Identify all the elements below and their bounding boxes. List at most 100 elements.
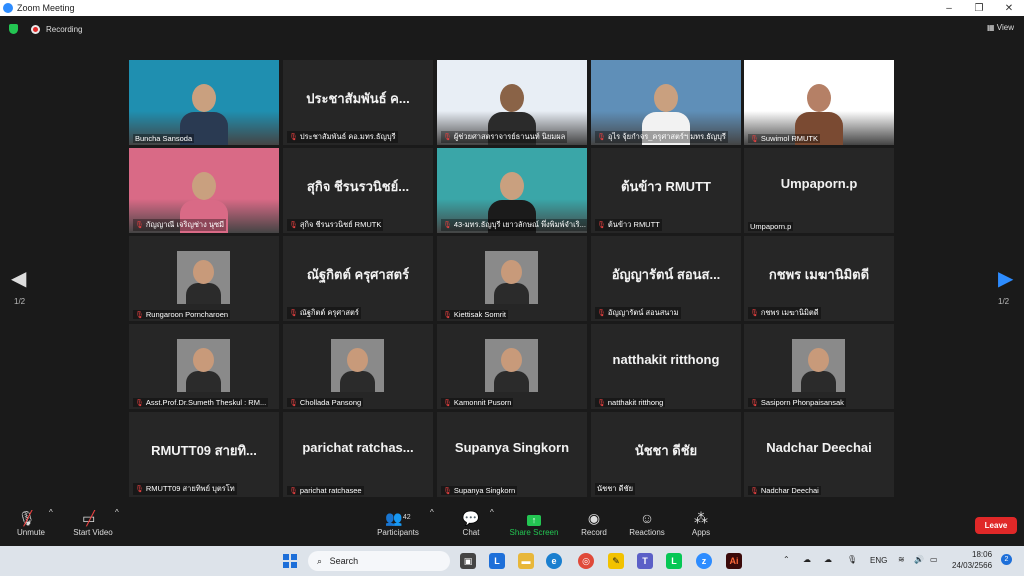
task-view-icon[interactable]: ▣ [460,553,476,569]
participant-tile[interactable]: parichat ratchas... 🎙 parichat ratchasee [283,412,433,497]
clock-date[interactable]: 24/03/2566 [952,561,992,570]
participant-name: ต้นข้าว RMUTT [607,220,660,229]
chat-caret-icon[interactable]: ^ [490,508,494,517]
illustrator-icon[interactable]: Ai [726,553,742,569]
record-icon: ◉ [587,510,601,526]
recording-icon [31,24,40,34]
tray-overflow-icon[interactable]: ⌃ [783,555,790,564]
participant-tile[interactable]: 🎙 Kamonnit Pusorn [437,324,587,409]
onedrive-icon[interactable]: ☁ [803,555,811,564]
taskbar-search[interactable]: ⌕ Search [308,551,450,571]
page-indicator-left: 1/2 [14,297,26,306]
video-options-caret-icon[interactable]: ^ [115,508,119,517]
muted-mic-icon: 🎙 [135,222,144,229]
battery-icon[interactable]: ▭ [930,555,938,564]
next-page-arrow-icon[interactable]: ▶ [998,266,1013,291]
participant-name: 43-มทร.ธัญบุรี เยาวลักษณ์ พึ่งพิมพ์จำเริ… [453,220,586,229]
participant-name-label: 🎙 Kamonnit Pusorn [441,398,514,407]
participant-tile[interactable]: Nadchar Deechai 🎙 Nadchar Deechai [744,412,894,497]
chat-button[interactable]: 💬 Chat [456,508,486,537]
prev-page-arrow-icon[interactable]: ◀ [11,266,26,291]
participant-tile[interactable]: 🎙 อุไร จุ้ยกำจร_ครุศาสตร์ฯ มทร.ธัญบุรี [591,60,741,145]
zoom-logo-icon [3,3,13,13]
participant-tile[interactable]: Buncha Sansoda [129,60,279,145]
file-explorer-icon[interactable]: ▬ [518,553,534,569]
microphone-tray-icon[interactable]: 🎙 [847,555,857,564]
profile-picture [177,251,230,304]
participant-tile[interactable]: 🎙 Suwimol RMUTK [744,60,894,145]
participant-tile[interactable]: Umpaporn.p Umpaporn.p [744,148,894,233]
windows-start-icon[interactable] [283,554,297,568]
participant-name: กัญญาณี เจริญช่าง นุซมี [145,220,225,229]
muted-mic-icon: 🎙 [597,310,606,317]
participant-tile[interactable]: 🎙 Sasiporn Phonpaisansak [744,324,894,409]
wifi-icon[interactable]: ≋ [898,555,905,564]
participant-name: RMUTT09 สายทิพย์ บุตรโท [145,484,235,493]
participant-tile[interactable]: 🎙 Kiettisak Somrit [437,236,587,321]
maximize-button[interactable]: ❐ [964,3,994,14]
participant-tile[interactable]: 🎙 ผู้ช่วยศาสตราจารย์ธานนท์ นิยมผล [437,60,587,145]
participant-tile[interactable]: 🎙 43-มทร.ธัญบุรี เยาวลักษณ์ พึ่งพิมพ์จำเร… [437,148,587,233]
leave-button[interactable]: Leave [975,517,1017,534]
app-l-icon[interactable]: L [489,553,505,569]
search-label: Search [329,556,359,566]
participant-tile[interactable]: natthakit ritthong 🎙 natthakit ritthong [591,324,741,409]
minimize-button[interactable]: – [934,3,964,14]
audio-options-caret-icon[interactable]: ^ [49,508,53,517]
apps-button[interactable]: ⁂ Apps [688,508,714,537]
chrome-browser-icon[interactable]: ◎ [578,553,594,569]
participant-name-label: 🎙 ประชาสัมพันธ์ คอ.มทร.ธัญบุรี [287,131,398,143]
start-video-label: Start Video [73,528,113,537]
participant-tile[interactable]: 🎙 กัญญาณี เจริญช่าง นุซมี [129,148,279,233]
zoom-app-icon[interactable]: z [696,553,712,569]
participant-tile[interactable]: 🎙 Rungaroon Porncharoen [129,236,279,321]
participant-tile[interactable]: อัญญารัตน์ สอนส... 🎙 อัญญารัตน์ สอนสนาม [591,236,741,321]
participant-name: นัชชา ดีชัย [597,484,633,493]
participant-tile[interactable]: ต้นข้าว RMUTT 🎙 ต้นข้าว RMUTT [591,148,741,233]
view-button[interactable]: ▦ View [987,23,1014,32]
cloud-icon[interactable]: ☁ [824,555,832,564]
participant-tile[interactable]: RMUTT09 สายทิ... 🎙 RMUTT09 สายทิพย์ บุตรโท [129,412,279,497]
participant-display-name: ต้นข้าว RMUTT [621,179,711,194]
language-indicator[interactable]: ENG [870,556,887,565]
record-button[interactable]: ◉ Record [578,508,610,537]
line-app-icon[interactable]: L [666,553,682,569]
participant-tile[interactable]: 🎙 Asst.Prof.Dr.Sumeth Theskul : RM... [129,324,279,409]
share-screen-button[interactable]: ↑ Share Screen [508,508,560,537]
share-screen-label: Share Screen [509,528,559,537]
participant-display-name: Supanya Singkorn [454,440,570,455]
muted-mic-icon: 🎙 [750,310,759,317]
notification-badge[interactable]: 2 [1001,554,1012,565]
participant-tile[interactable]: สุกิจ ชีรนรวนิชย์... 🎙 สุกิจ ชีรนรวนิชย์ R… [283,148,433,233]
participants-caret-icon[interactable]: ^ [430,508,434,517]
participant-name: กชพร เมฆานิมิตดี [760,308,819,317]
participant-name: Supanya Singkorn [453,486,516,495]
teams-icon[interactable]: T [637,553,653,569]
reactions-button[interactable]: ☺ Reactions [628,508,666,537]
encryption-shield-icon[interactable] [9,24,18,34]
participant-tile[interactable]: ประชาสัมพันธ์ ค... 🎙 ประชาสัมพันธ์ คอ.มทร.… [283,60,433,145]
participant-display-name: กชพร เมฆานิมิตดี [768,267,870,282]
sticky-notes-icon[interactable]: ✎ [608,553,624,569]
start-video-button[interactable]: ▭╱ Start Video [70,508,116,537]
unmute-button[interactable]: 🎙╱ Unmute [14,508,48,537]
muted-mic-icon: 🎙 [443,400,452,407]
participant-tile[interactable]: Supanya Singkorn 🎙 Supanya Singkorn [437,412,587,497]
muted-mic-icon: 🎙 [443,488,452,495]
clock-time[interactable]: 18:06 [972,550,992,559]
window-title: Zoom Meeting [17,3,75,13]
close-button[interactable]: ✕ [994,3,1024,14]
muted-mic-icon: 🎙 [750,400,759,407]
participant-tile[interactable]: นัชชา ดีชัย นัชชา ดีชัย [591,412,741,497]
participant-tile[interactable]: กชพร เมฆานิมิตดี 🎙 กชพร เมฆานิมิตดี [744,236,894,321]
participant-name-label: 🎙 Sasiporn Phonpaisansak [748,398,846,407]
participant-tile[interactable]: ณัฐกิตต์ ครุศาสตร์ 🎙 ณัฐกิตต์ ครุศาสตร์ [283,236,433,321]
participants-icon: 👥42 [385,510,411,526]
participant-tile[interactable]: 🎙 Chollada Pansong [283,324,433,409]
volume-icon[interactable]: 🔊 [914,555,924,564]
muted-mic-icon: 🎙 [597,134,606,141]
participant-name-label: 🎙 อุไร จุ้ยกำจร_ครุศาสตร์ฯ มทร.ธัญบุรี [595,131,728,143]
edge-browser-icon[interactable]: e [546,553,562,569]
chat-icon: 💬 [462,510,480,526]
participants-button[interactable]: 👥42 Participants [374,508,422,537]
